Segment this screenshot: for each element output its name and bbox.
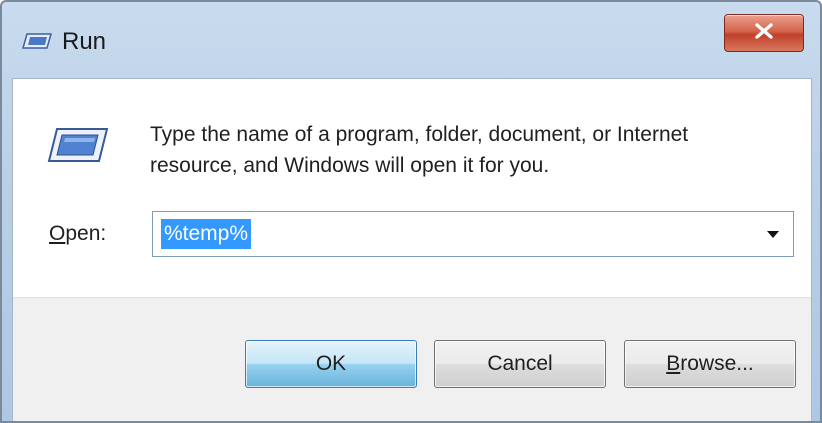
window-title: Run — [62, 28, 107, 55]
open-label: Open: — [49, 222, 106, 246]
close-x-icon — [753, 22, 775, 45]
browse-button-label-rest: rowse... — [680, 352, 754, 375]
ok-button-label: OK — [315, 352, 347, 375]
dropdown-arrow-icon[interactable] — [767, 231, 779, 238]
dialog-description: Type the name of a program, folder, docu… — [150, 119, 810, 181]
open-input-value[interactable]: %temp% — [161, 219, 252, 249]
run-program-icon — [47, 126, 109, 169]
browse-button[interactable]: Browse... — [624, 340, 796, 388]
cancel-button[interactable]: Cancel — [434, 340, 606, 388]
dialog-body: Type the name of a program, folder, docu… — [12, 78, 812, 421]
run-window-icon — [22, 32, 52, 55]
browse-button-mnemonic: B — [666, 352, 681, 375]
open-label-rest: pen: — [65, 222, 107, 245]
title-bar[interactable]: Run — [2, 2, 820, 78]
ok-button[interactable]: OK — [245, 340, 417, 388]
open-combobox[interactable]: %temp% — [152, 211, 794, 257]
run-dialog-window: Run Type the name of a program, folder, … — [0, 0, 822, 423]
description-line-2: resource, and Windows will open it for y… — [150, 154, 550, 177]
close-button[interactable] — [724, 14, 804, 52]
cancel-button-label: Cancel — [487, 352, 553, 375]
button-bar: OK Cancel Browse... — [13, 297, 811, 421]
description-line-1: Type the name of a program, folder, docu… — [150, 123, 689, 146]
open-label-mnemonic: O — [49, 222, 66, 245]
